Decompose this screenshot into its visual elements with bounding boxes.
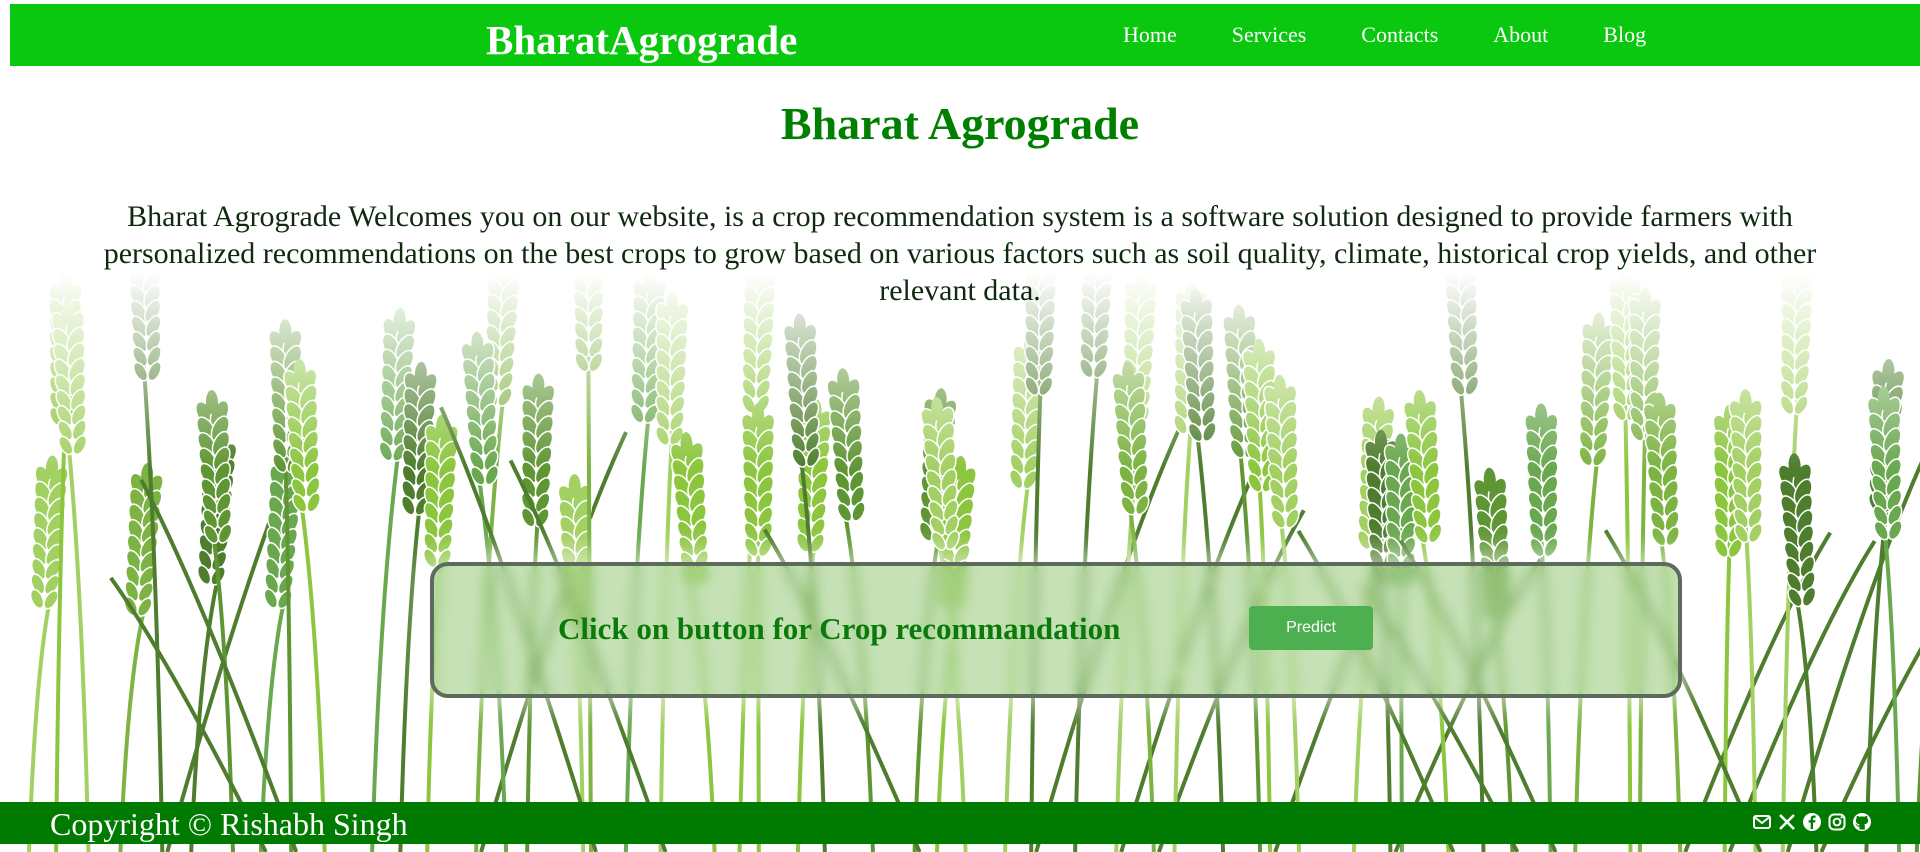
social-links xyxy=(1752,812,1872,832)
footer: Copyright © Rishabh Singh xyxy=(0,802,1920,844)
page: BharatAgrograde Home Services Contacts A… xyxy=(0,0,1920,852)
nav-link-about[interactable]: About xyxy=(1493,21,1548,49)
instagram-icon[interactable] xyxy=(1827,812,1847,832)
nav-link-home[interactable]: Home xyxy=(1123,21,1177,49)
mail-icon[interactable] xyxy=(1752,812,1772,832)
predict-button[interactable]: Predict xyxy=(1249,606,1373,650)
brand-logo-text[interactable]: BharatAgrograde xyxy=(486,14,797,66)
card-prompt-text: Click on button for Crop recommandation xyxy=(558,611,1121,646)
nav-links: Home Services Contacts About Blog xyxy=(1123,21,1646,49)
navbar: BharatAgrograde Home Services Contacts A… xyxy=(10,4,1920,66)
facebook-icon[interactable] xyxy=(1802,812,1822,832)
intro-paragraph: Bharat Agrograde Welcomes you on our web… xyxy=(103,200,1817,307)
nav-link-contacts[interactable]: Contacts xyxy=(1361,21,1438,49)
copyright-text: Copyright © Rishabh Singh xyxy=(50,806,408,842)
recommendation-card: Click on button for Crop recommandation … xyxy=(430,562,1682,698)
page-title: Bharat Agrograde xyxy=(780,98,1140,149)
x-icon[interactable] xyxy=(1777,812,1797,832)
nav-link-blog[interactable]: Blog xyxy=(1603,21,1646,49)
github-icon[interactable] xyxy=(1852,812,1872,832)
nav-link-services[interactable]: Services xyxy=(1232,21,1307,49)
